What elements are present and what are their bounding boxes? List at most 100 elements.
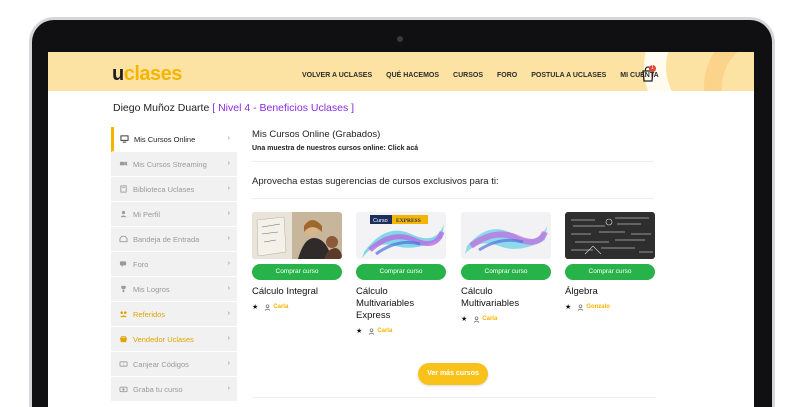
sidebar-item-foro[interactable]: Foro › [111, 252, 237, 277]
course-card: Curso EXPRESS Comprar curso Cálculo Mult… [356, 212, 446, 335]
thumb-badge-express: EXPRESS [396, 218, 421, 224]
nav-cursos[interactable]: CURSOS [453, 72, 483, 79]
course-author[interactable]: Carla [273, 304, 288, 310]
chevron-right-icon: › [227, 360, 230, 367]
main-content: Mis Cursos Online (Grabados) Una muestra… [252, 127, 654, 199]
sidebar-item-label: Mis Logros [133, 284, 170, 294]
sidebar-item-mis-logros[interactable]: Mis Logros › [111, 277, 237, 302]
video-icon [119, 161, 128, 166]
sidebar-item-vendedor-uclases[interactable]: Vendedor Uclases › [111, 327, 237, 352]
sidebar-item-mis-cursos-online[interactable]: Mis Cursos Online › [111, 127, 237, 152]
chevron-right-icon: › [227, 185, 230, 192]
star-icon: ★ [252, 304, 259, 311]
sample-courses-link[interactable]: Una muestra de nuestros cursos online: C… [252, 145, 654, 152]
chevron-right-icon: › [227, 235, 230, 242]
person-icon [577, 303, 584, 311]
course-thumbnail-blackboard[interactable] [565, 212, 655, 259]
sidebar-item-label: Canjear Códigos [133, 359, 189, 369]
sidebar-item-label: Graba tu curso [133, 384, 183, 394]
referral-icon [119, 311, 128, 318]
star-icon: ★ [356, 328, 363, 335]
chevron-right-icon: › [227, 385, 230, 392]
sidebar-item-mis-cursos-streaming[interactable]: Mis Cursos Streaming › [111, 152, 237, 177]
person-icon [473, 315, 480, 323]
sidebar-item-label: Mis Cursos Streaming [133, 159, 207, 169]
nav-volver[interactable]: VOLVER A UCLASES [302, 72, 372, 79]
camera-icon [119, 386, 128, 393]
person-icon [264, 303, 271, 311]
course-title[interactable]: Cálculo Integral [252, 286, 342, 298]
nav-foro[interactable]: FORO [497, 72, 517, 79]
user-icon [120, 210, 127, 218]
course-author[interactable]: Carla [482, 316, 497, 322]
nav-postula[interactable]: POSTULA A UCLASES [531, 72, 606, 79]
course-author[interactable]: Gonzalo [586, 304, 610, 310]
course-meta: ★ Carla [356, 327, 446, 335]
sidebar-item-label: Mis Cursos Online [134, 134, 196, 144]
star-icon: ★ [565, 304, 572, 311]
forum-icon [119, 261, 127, 268]
sidebar-item-label: Biblioteca Uclases [133, 184, 195, 194]
sidebar-item-mi-perfil[interactable]: Mi Perfil › [111, 202, 237, 227]
sidebar-item-label: Bandeja de Entrada [133, 234, 200, 244]
sidebar-item-label: Mi Perfil [133, 209, 161, 219]
inbox-icon [119, 235, 128, 243]
course-author[interactable]: Carla [377, 328, 392, 334]
chevron-right-icon: › [227, 260, 230, 267]
sidebar-item-label: Referidos [133, 309, 166, 319]
site-header: u clases VOLVER A UCLASES QUÉ HACEMOS CU… [48, 52, 754, 91]
sidebar-item-label: Vendedor Uclases [133, 334, 194, 344]
course-thumbnail-surface[interactable] [461, 212, 551, 259]
suggestions-heading: Aprovecha estas sugerencias de cursos ex… [252, 176, 499, 187]
monitor-icon [120, 135, 129, 143]
nav-que-hacemos[interactable]: QUÉ HACEMOS [386, 72, 439, 79]
sidebar-item-graba-tu-curso[interactable]: Graba tu curso › [111, 377, 237, 402]
webcam [397, 36, 403, 42]
person-icon [368, 327, 375, 335]
uclases-logo[interactable]: u clases [112, 63, 182, 86]
buy-course-button[interactable]: Comprar curso [461, 264, 551, 280]
course-meta: ★ Gonzalo [565, 303, 655, 311]
course-card: Comprar curso Álgebra ★ Gonzalo [565, 212, 655, 311]
buy-course-button[interactable]: Comprar curso [356, 264, 446, 280]
chevron-right-icon: › [227, 135, 230, 142]
course-meta: ★ Carla [252, 303, 342, 311]
section-heading: Mis Cursos Online (Grabados) [252, 129, 381, 140]
chevron-right-icon: › [227, 310, 230, 317]
seller-icon [119, 335, 128, 343]
sidebar-item-canjear-c-digos[interactable]: Canjear Códigos › [111, 352, 237, 377]
book-icon [120, 185, 127, 193]
course-card: Comprar curso Cálculo Multivariables ★ C… [461, 212, 551, 323]
logo-text: clases [123, 63, 183, 85]
browser-screen: u clases VOLVER A UCLASES QUÉ HACEMOS CU… [48, 52, 754, 407]
buy-course-button[interactable]: Comprar curso [252, 264, 342, 280]
divider [252, 397, 656, 398]
trophy-icon [121, 285, 126, 293]
course-thumbnail-express[interactable]: Curso EXPRESS [356, 212, 446, 259]
chevron-right-icon: › [227, 335, 230, 342]
course-thumbnail-teacher[interactable] [252, 212, 342, 259]
star-icon: ★ [461, 316, 468, 323]
course-title[interactable]: Álgebra [565, 286, 655, 298]
sidebar-item-referidos[interactable]: Referidos › [111, 302, 237, 327]
user-name: Diego Muñoz Duarte [113, 102, 210, 114]
user-level: [ Nivel 4 - Beneficios Uclases ] [212, 102, 355, 114]
chevron-right-icon: › [227, 285, 230, 292]
sidebar-item-label: Foro [133, 259, 149, 269]
course-title[interactable]: Cálculo Multivariables Express [356, 286, 446, 322]
thumb-badge-curso: Curso [373, 218, 388, 224]
logo-u: u [112, 63, 124, 85]
course-title[interactable]: Cálculo Multivariables [461, 286, 551, 310]
chevron-right-icon: › [227, 160, 230, 167]
course-card: Comprar curso Cálculo Integral ★ Carla [252, 212, 342, 311]
page-title: Diego Muñoz Duarte [ Nivel 4 - Beneficio… [113, 102, 354, 114]
ticket-icon [119, 361, 128, 367]
chevron-right-icon: › [227, 210, 230, 217]
sidebar-item-bandeja-de-entrada[interactable]: Bandeja de Entrada › [111, 227, 237, 252]
cart-count-badge: 1 [649, 65, 656, 72]
sidebar-item-biblioteca-uclases[interactable]: Biblioteca Uclases › [111, 177, 237, 202]
buy-course-button[interactable]: Comprar curso [565, 264, 655, 280]
more-courses-button[interactable]: Ver más cursos [418, 363, 488, 385]
divider [252, 161, 654, 162]
account-sidebar: Mis Cursos Online › Mis Cursos Streaming › B… [111, 127, 237, 402]
